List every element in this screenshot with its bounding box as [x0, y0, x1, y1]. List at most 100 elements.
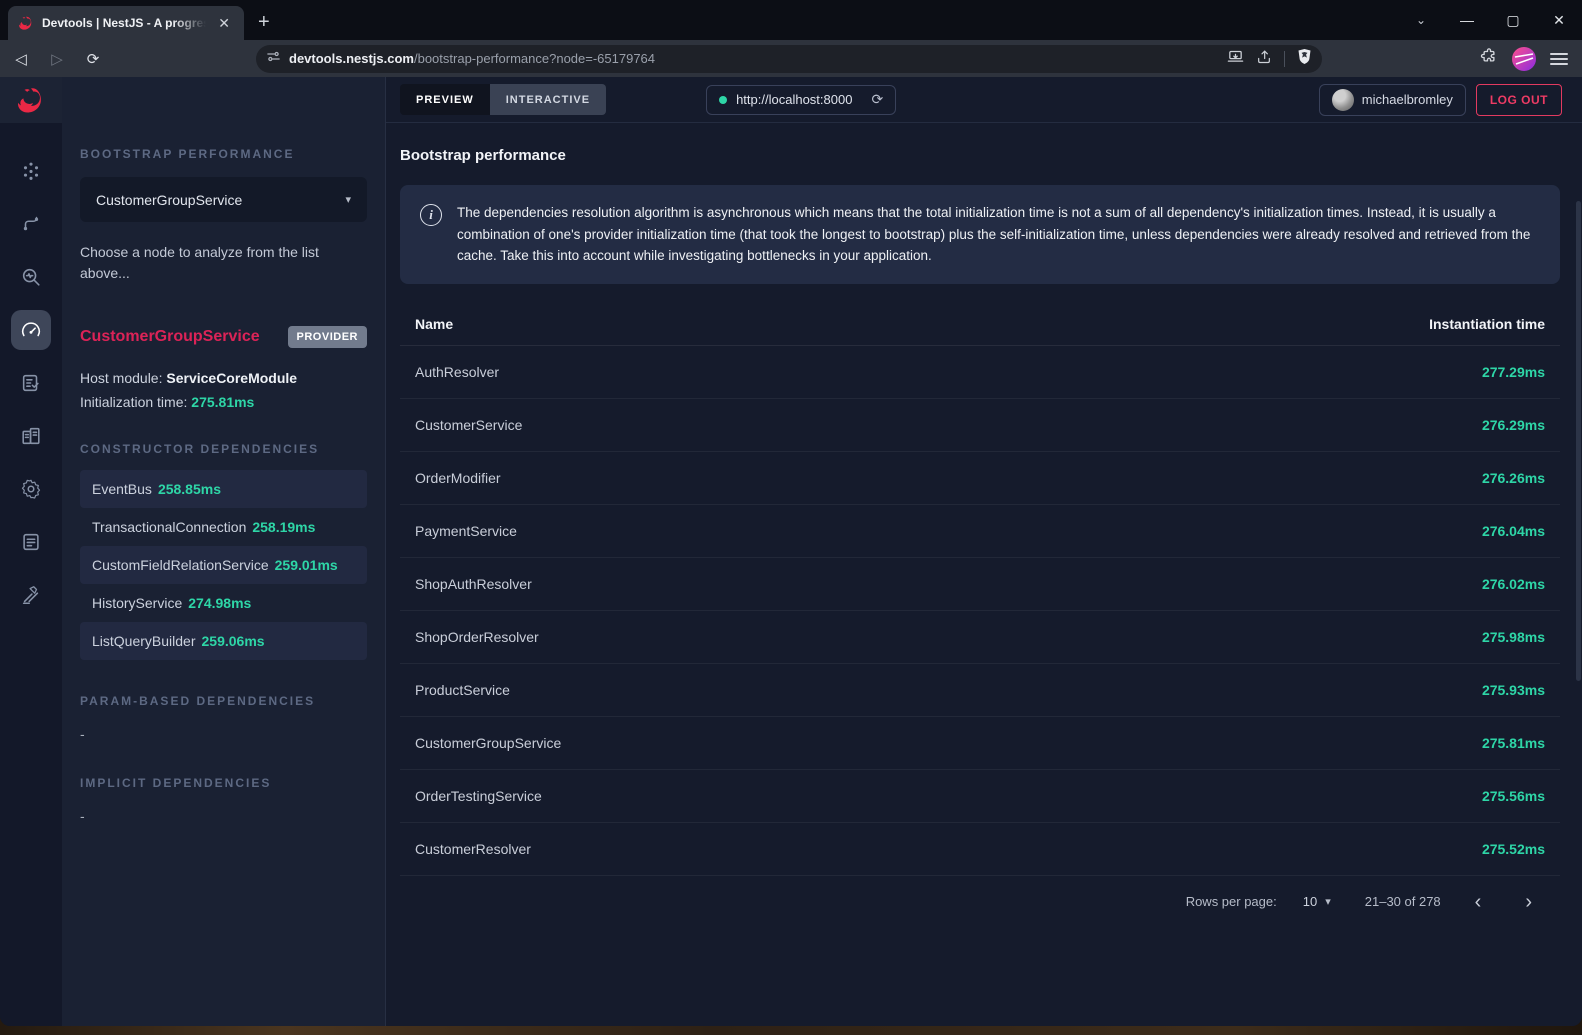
table-row[interactable]: ShopAuthResolver276.02ms: [400, 558, 1560, 611]
dependency-item[interactable]: TransactionalConnection258.19ms: [80, 508, 367, 546]
new-tab-button[interactable]: +: [258, 11, 270, 34]
init-time-value: 275.81ms: [191, 394, 254, 410]
browser-window: Devtools | NestJS - A progressive ✕ + ⌄ …: [0, 0, 1582, 1026]
info-text: The dependencies resolution algorithm is…: [457, 202, 1540, 267]
nav-audits-icon[interactable]: [11, 363, 51, 403]
table-row[interactable]: CustomerResolver275.52ms: [400, 823, 1560, 876]
user-menu[interactable]: michaelbromley: [1319, 84, 1466, 116]
mode-toggle: PREVIEW INTERACTIVE: [400, 84, 606, 115]
url-host: devtools.nestjs.com: [289, 51, 414, 66]
col-name: Name: [415, 316, 453, 332]
forward-button[interactable]: ▷: [42, 45, 72, 73]
url-path: /bootstrap-performance?node=-65179764: [414, 51, 655, 66]
connection-status-dot: [719, 96, 727, 104]
preview-tab[interactable]: PREVIEW: [400, 84, 490, 115]
tab-close-icon[interactable]: ✕: [214, 14, 234, 32]
table-row[interactable]: ShopOrderResolver275.98ms: [400, 611, 1560, 664]
provider-badge: PROVIDER: [288, 326, 367, 348]
constructor-deps-list: EventBus258.85ms TransactionalConnection…: [80, 470, 367, 660]
send-to-device-icon[interactable]: [1227, 49, 1244, 69]
node-select-dropdown[interactable]: CustomerGroupService ▾: [80, 177, 367, 222]
sidebar-section-title: BOOTSTRAP PERFORMANCE: [80, 147, 367, 161]
analysis-sidebar: BOOTSTRAP PERFORMANCE CustomerGroupServi…: [62, 77, 386, 1026]
rows-per-page-label: Rows per page:: [1186, 894, 1277, 909]
node-select-value: CustomerGroupService: [96, 192, 242, 208]
browser-tab[interactable]: Devtools | NestJS - A progressive ✕: [8, 6, 244, 40]
dependency-time: 259.06ms: [202, 633, 265, 649]
nav-performance-icon[interactable]: [11, 310, 51, 350]
close-button[interactable]: ✕: [1536, 0, 1582, 40]
nav-settings-icon[interactable]: [11, 469, 51, 509]
host-module-row: Host module: ServiceCoreModule: [80, 366, 367, 390]
browser-tabstrip: Devtools | NestJS - A progressive ✕ + ⌄ …: [0, 0, 1582, 40]
back-button[interactable]: ◁: [6, 45, 36, 73]
dependency-time: 258.19ms: [252, 519, 315, 535]
nestjs-logo[interactable]: [0, 77, 62, 123]
table-row[interactable]: CustomerGroupService275.81ms: [400, 717, 1560, 770]
previous-page-button[interactable]: ‹: [1475, 892, 1482, 912]
performance-table: Name Instantiation time AuthResolver277.…: [400, 304, 1560, 876]
user-avatar: [1332, 89, 1354, 111]
nav-modules-icon[interactable]: [11, 416, 51, 456]
share-icon[interactable]: [1256, 49, 1272, 69]
dependency-item[interactable]: CustomFieldRelationService259.01ms: [80, 546, 367, 584]
constructor-deps-title: CONSTRUCTOR DEPENDENCIES: [80, 442, 367, 456]
table-row[interactable]: AuthResolver277.29ms: [400, 346, 1560, 399]
dependency-item[interactable]: HistoryService274.98ms: [80, 584, 367, 622]
pagination-range: 21–30 of 278: [1365, 894, 1441, 909]
chevron-down-icon: ▾: [1325, 895, 1331, 908]
interactive-tab[interactable]: INTERACTIVE: [490, 84, 606, 115]
nav-routes-icon[interactable]: [11, 204, 51, 244]
extensions-icon[interactable]: [1480, 47, 1498, 70]
dependency-time: 274.98ms: [188, 595, 251, 611]
nav-tools-icon[interactable]: [11, 575, 51, 615]
reload-button[interactable]: ⟳: [78, 45, 108, 73]
host-module-value: ServiceCoreModule: [166, 370, 297, 386]
table-row[interactable]: CustomerService276.29ms: [400, 399, 1560, 452]
nav-inspector-icon[interactable]: [11, 257, 51, 297]
rows-per-page-select[interactable]: 10 ▾: [1303, 894, 1331, 909]
scrollbar[interactable]: [1576, 201, 1581, 681]
url-text: devtools.nestjs.com/bootstrap-performanc…: [289, 51, 1219, 66]
page-title: Bootstrap performance: [400, 147, 1560, 164]
table-header: Name Instantiation time: [400, 304, 1560, 346]
info-icon: i: [420, 204, 442, 226]
next-page-button[interactable]: ›: [1525, 892, 1532, 912]
tab-title: Devtools | NestJS - A progressive: [42, 16, 206, 30]
table-row[interactable]: PaymentService276.04ms: [400, 505, 1560, 558]
table-row[interactable]: OrderTestingService275.56ms: [400, 770, 1560, 823]
app-header: PREVIEW INTERACTIVE http://localhost:800…: [386, 77, 1582, 123]
param-deps-empty: -: [80, 726, 367, 742]
maximize-button[interactable]: ▢: [1490, 0, 1536, 40]
logout-button[interactable]: LOG OUT: [1476, 84, 1562, 116]
table-pagination: Rows per page: 10 ▾ 21–30 of 278 ‹ ›: [400, 876, 1560, 928]
refresh-icon[interactable]: ⟳: [871, 91, 883, 108]
nestjs-favicon: [18, 15, 34, 31]
param-deps-title: PARAM-BASED DEPENDENCIES: [80, 694, 367, 708]
page-content: Bootstrap performance i The dependencies…: [386, 123, 1582, 1026]
browser-profile-avatar[interactable]: [1512, 47, 1536, 71]
table-row[interactable]: OrderModifier276.26ms: [400, 452, 1560, 505]
icon-rail: [0, 77, 62, 1026]
dependency-item[interactable]: EventBus258.85ms: [80, 470, 367, 508]
minimize-button[interactable]: —: [1444, 0, 1490, 40]
target-url-input[interactable]: http://localhost:8000 ⟳: [706, 85, 896, 115]
dependency-time: 258.85ms: [158, 481, 221, 497]
tab-search-icon[interactable]: ⌄: [1398, 0, 1444, 40]
dependency-item[interactable]: ListQueryBuilder259.06ms: [80, 622, 367, 660]
nav-docs-icon[interactable]: [11, 522, 51, 562]
devtools-app: BOOTSTRAP PERFORMANCE CustomerGroupServi…: [0, 77, 1582, 1026]
table-row[interactable]: ProductService275.93ms: [400, 664, 1560, 717]
implicit-deps-empty: -: [80, 808, 367, 824]
site-settings-icon[interactable]: [266, 49, 281, 69]
target-url-value: http://localhost:8000: [736, 92, 852, 107]
implicit-deps-title: IMPLICIT DEPENDENCIES: [80, 776, 367, 790]
brave-shield-icon[interactable]: [1297, 48, 1312, 70]
address-bar[interactable]: devtools.nestjs.com/bootstrap-performanc…: [256, 45, 1322, 73]
browser-toolbar: ◁ ▷ ⟳ devtools.nestjs.com/bootstrap-perf…: [0, 40, 1582, 77]
menu-icon[interactable]: [1550, 53, 1568, 65]
selected-node-name: CustomerGroupService: [80, 328, 260, 346]
nav-graph-icon[interactable]: [11, 151, 51, 191]
dependency-time: 259.01ms: [275, 557, 338, 573]
node-details: Host module: ServiceCoreModule Initializ…: [80, 366, 367, 414]
